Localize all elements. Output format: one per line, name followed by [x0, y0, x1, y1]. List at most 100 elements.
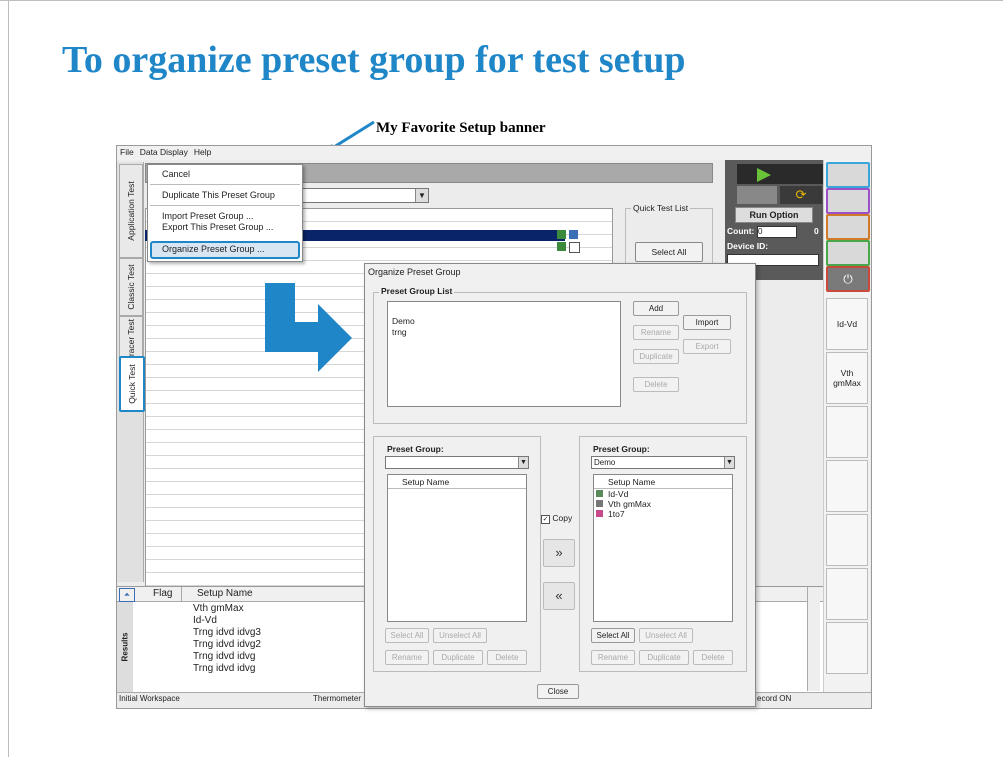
- right-preset-group-label: Preset Group:: [593, 444, 650, 454]
- vertical-tab-strip: Application Test Classic Test Tracer Tes…: [117, 162, 145, 582]
- save-row-icon[interactable]: [569, 230, 578, 239]
- left-rename-button[interactable]: Rename: [385, 650, 429, 665]
- preset-button-vth-gmmax[interactable]: Vth gmMax: [826, 352, 868, 404]
- arrow-shaft-icon: [265, 322, 320, 352]
- results-side-tab[interactable]: Results: [117, 602, 133, 692]
- count-label: Count:: [727, 226, 755, 236]
- count-extra-value: 0: [814, 226, 819, 236]
- right-preset-group-combo[interactable]: Demo ▼: [591, 456, 735, 469]
- result-row[interactable]: Trng idvd idvg: [193, 663, 255, 674]
- preset-button-empty[interactable]: [826, 406, 868, 458]
- move-right-button[interactable]: »: [543, 539, 575, 567]
- copy-checkbox[interactable]: ✓ Copy: [541, 513, 572, 524]
- rename-button[interactable]: Rename: [633, 325, 679, 340]
- thermometer-status: Thermometer: [313, 694, 362, 703]
- menu-file[interactable]: File: [117, 146, 137, 158]
- result-row[interactable]: Id-Vd: [193, 615, 217, 626]
- setup-name-column-header[interactable]: Setup Name: [197, 588, 253, 599]
- repeat-icon[interactable]: ⟳: [780, 186, 822, 204]
- move-left-button[interactable]: «: [543, 582, 575, 610]
- slide-title: To organize preset group for test setup: [62, 39, 686, 81]
- preset-group-listbox[interactable]: Demo trng: [387, 301, 621, 407]
- list-item[interactable]: Demo: [392, 316, 415, 326]
- left-unselect-all-button[interactable]: Unselect All: [433, 628, 487, 643]
- search-icon[interactable]: [826, 188, 870, 214]
- count-input[interactable]: 0: [757, 226, 797, 238]
- setup-icon[interactable]: [826, 214, 870, 240]
- menu-item-cancel[interactable]: Cancel: [162, 169, 190, 179]
- preset-group-combo[interactable]: ▼: [297, 188, 429, 203]
- chevron-down-icon[interactable]: ▼: [518, 457, 528, 468]
- preset-button-empty[interactable]: [826, 514, 868, 566]
- preset-button-empty[interactable]: [826, 568, 868, 620]
- result-row[interactable]: Trng idvd idvg: [193, 651, 255, 662]
- preset-button-empty[interactable]: [826, 622, 868, 674]
- organize-preset-group-dialog: Organize Preset Group Preset Group List …: [364, 263, 756, 707]
- setup-name-column-header: Setup Name: [402, 477, 450, 487]
- menu-item-duplicate-preset-group[interactable]: Duplicate This Preset Group: [162, 190, 275, 200]
- menu-bar: File Data Display Help: [117, 146, 871, 160]
- context-menu: Cancel Duplicate This Preset Group Impor…: [147, 164, 303, 262]
- right-delete-button[interactable]: Delete: [693, 650, 733, 665]
- copy-label: Copy: [552, 513, 573, 523]
- right-rename-button[interactable]: Rename: [591, 650, 635, 665]
- import-button[interactable]: Import: [683, 315, 731, 330]
- result-row[interactable]: Trng idvd idvg3: [193, 627, 261, 638]
- arrow-head-icon: [318, 304, 352, 372]
- list-item[interactable]: 1to7: [608, 509, 625, 519]
- preset-button-empty[interactable]: [826, 460, 868, 512]
- data-display-icon[interactable]: [826, 162, 870, 188]
- result-row[interactable]: Vth gmMax: [193, 603, 244, 614]
- chevron-down-icon[interactable]: ▼: [724, 457, 734, 468]
- right-unselect-all-button[interactable]: Unselect All: [639, 628, 693, 643]
- setup-type-icon: [596, 510, 603, 517]
- collapse-icon[interactable]: ⏶: [119, 588, 135, 602]
- record-status: ecord ON: [757, 694, 792, 703]
- menu-item-export-preset-group[interactable]: Export This Preset Group ...: [162, 222, 273, 232]
- flag-column-header[interactable]: Flag: [153, 588, 172, 599]
- menu-help[interactable]: Help: [191, 146, 214, 158]
- menu-item-organize-preset-group[interactable]: Organize Preset Group ...: [162, 244, 265, 254]
- right-duplicate-button[interactable]: Duplicate: [639, 650, 689, 665]
- append-run-button[interactable]: [737, 186, 777, 204]
- result-row[interactable]: Trng idvd idvg2: [193, 639, 261, 650]
- slide-border-top: [0, 0, 1003, 1]
- left-select-all-button[interactable]: Select All: [385, 628, 429, 643]
- select-all-button[interactable]: Select All: [635, 242, 703, 262]
- module-icon[interactable]: [826, 240, 870, 266]
- delete-button[interactable]: Delete: [633, 377, 679, 392]
- power-icon[interactable]: ⏻: [826, 266, 870, 292]
- chevron-down-icon[interactable]: ▼: [415, 189, 428, 202]
- run-row-icon[interactable]: [557, 230, 566, 239]
- list-item[interactable]: trng: [392, 327, 407, 337]
- list-item[interactable]: Vth gmMax: [608, 499, 651, 509]
- export-button[interactable]: Export: [683, 339, 731, 354]
- results-scrollbar[interactable]: [807, 587, 820, 691]
- column-divider: [181, 587, 182, 601]
- setup-type-icon: [596, 500, 603, 507]
- right-setup-list[interactable]: Setup Name Id-Vd Vth gmMax 1to7: [593, 474, 733, 622]
- play-icon: [757, 168, 771, 182]
- duplicate-button[interactable]: Duplicate: [633, 349, 679, 364]
- left-preset-group-combo[interactable]: ▼: [385, 456, 529, 469]
- left-delete-button[interactable]: Delete: [487, 650, 527, 665]
- tab-classic-test[interactable]: Classic Test: [119, 258, 143, 316]
- menu-data-display[interactable]: Data Display: [137, 146, 191, 158]
- close-button[interactable]: Close: [537, 684, 579, 699]
- tab-quick-test[interactable]: Quick Test: [119, 356, 145, 412]
- tab-application-test[interactable]: Application Test: [119, 164, 143, 258]
- left-setup-list[interactable]: Setup Name: [387, 474, 527, 622]
- menu-item-import-preset-group[interactable]: Import Preset Group ...: [162, 211, 254, 221]
- run-row-icon[interactable]: [557, 242, 566, 251]
- save-row-icon[interactable]: [569, 242, 580, 253]
- preset-group-list-label: Preset Group List: [379, 286, 455, 296]
- left-duplicate-button[interactable]: Duplicate: [433, 650, 483, 665]
- preset-button-id-vd[interactable]: Id-Vd: [826, 298, 868, 350]
- quick-test-list-label: Quick Test List: [631, 203, 691, 213]
- right-select-all-button[interactable]: Select All: [591, 628, 635, 643]
- list-item[interactable]: Id-Vd: [608, 489, 628, 499]
- run-button[interactable]: [737, 164, 823, 184]
- slide-border-left: [8, 0, 9, 757]
- add-button[interactable]: Add: [633, 301, 679, 316]
- run-option-button[interactable]: Run Option: [735, 207, 813, 223]
